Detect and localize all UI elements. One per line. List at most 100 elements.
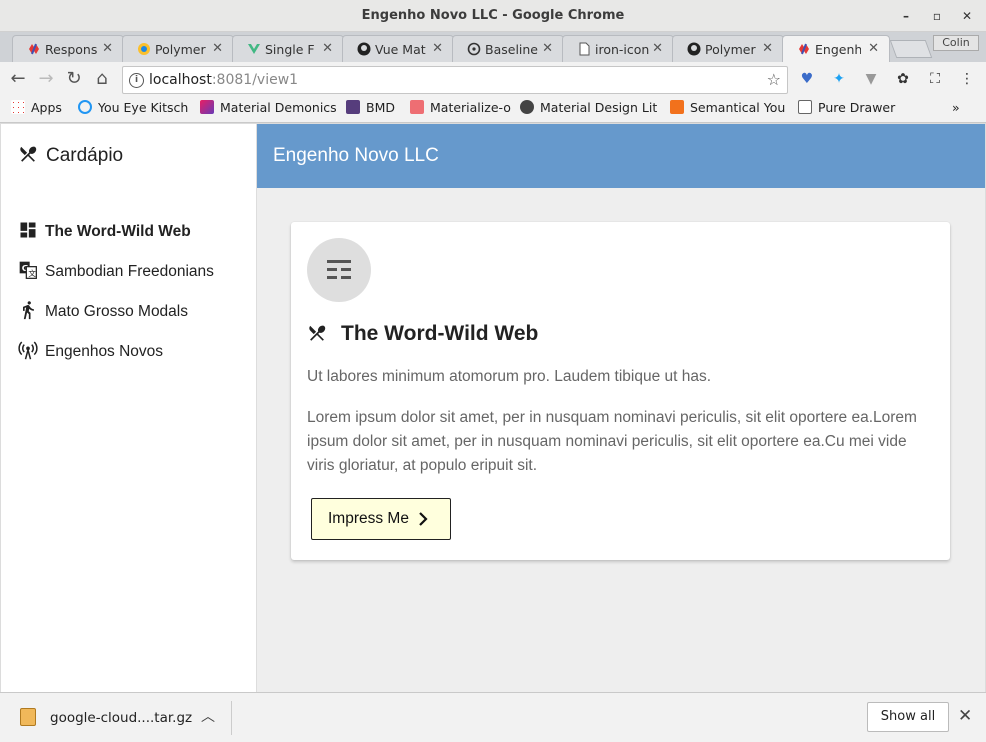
tab-close-icon[interactable]: ✕ (102, 41, 113, 56)
nav-item-mato-grosso-modals[interactable]: Mato Grosso Modals (18, 300, 188, 326)
page-icon (579, 42, 590, 56)
page-viewport: Cardápio The Word-Wild Web G 文 Sambodian F… (1, 124, 985, 692)
biohazard-icon (467, 42, 481, 56)
app-header-title: Engenho Novo LLC (273, 145, 439, 166)
maximize-icon[interactable]: ▫ (929, 8, 945, 24)
palette-icon[interactable]: ✿ (894, 70, 912, 88)
download-filename[interactable]: google-cloud....tar.gz (50, 710, 192, 726)
tab-label: Respons (45, 42, 98, 57)
tab-1[interactable]: Respons ✕ (12, 35, 124, 62)
card-body-text: Lorem ipsum dolor sit amet, per in nusqu… (307, 409, 917, 474)
nav-item-word-wild-web[interactable]: The Word-Wild Web (18, 220, 191, 246)
window-title: Engenho Novo LLC - Google Chrome (361, 8, 625, 23)
bookmarks-overflow-icon[interactable]: » (952, 100, 960, 118)
tab-4[interactable]: Vue Mat ✕ (342, 35, 454, 62)
forward-icon[interactable]: → (36, 70, 56, 90)
bookmark-star-icon[interactable]: ☆ (767, 70, 781, 89)
nav-item-sambodian-freedonians[interactable]: G 文 Sambodian Freedonians (18, 260, 214, 286)
content-card: The Word-Wild Web Ut labores minimum ato… (291, 222, 950, 560)
polymer-hex-icon (138, 43, 150, 55)
impress-me-button[interactable]: Impress Me (311, 498, 451, 540)
tab-close-icon[interactable]: ✕ (322, 41, 333, 56)
screenshot-icon[interactable]: ⛶ (926, 70, 944, 88)
tab-strip: Respons ✕ Polymer ✕ Single F ✕ Vue Mat ✕… (0, 32, 986, 62)
svg-text:文: 文 (28, 268, 36, 278)
semantic-icon (670, 100, 684, 114)
new-tab-button[interactable] (889, 40, 933, 58)
close-window-icon[interactable]: ✕ (959, 8, 975, 24)
bookmark-bmd[interactable]: BMD (346, 100, 395, 118)
app-header: Engenho Novo LLC (257, 124, 985, 188)
github-icon (687, 42, 701, 56)
button-label: Impress Me (328, 510, 409, 527)
bookmarks-bar: Apps You Eye Kitsch Material Demonics BM… (0, 96, 986, 123)
tab-5[interactable]: Baseline ✕ (452, 35, 564, 62)
tab-label: Vue Mat (375, 42, 426, 57)
address-bar[interactable]: i localhost:8081/view1 ☆ (122, 66, 788, 94)
tab-label: Single F (265, 42, 315, 57)
bookmark-you-eye-kitsch[interactable]: You Eye Kitsch (78, 100, 188, 118)
tab-close-icon[interactable]: ✕ (542, 41, 553, 56)
card-subtitle: Ut labores minimum atomorum pro. Laudem … (307, 368, 712, 385)
minimize-icon[interactable]: – (898, 8, 914, 24)
chevron-up-icon[interactable]: ︿ (201, 706, 215, 726)
dashboard-icon (20, 222, 36, 238)
card-heading: The Word-Wild Web (307, 322, 538, 346)
profile-button[interactable]: Colin (933, 35, 979, 51)
bookmark-semantical-you[interactable]: Semantical You (670, 100, 785, 118)
vuetify-icon[interactable]: ▼ (862, 70, 880, 88)
tab-2[interactable]: Polymer ✕ (122, 35, 234, 62)
chevron-right-icon (419, 512, 428, 526)
mdl-icon (520, 100, 534, 114)
window-titlebar: Engenho Novo LLC - Google Chrome – ▫ ✕ (0, 0, 986, 32)
bookmark-apps[interactable]: Apps (11, 100, 62, 118)
material-square-icon (200, 100, 214, 114)
home-icon[interactable]: ⌂ (92, 70, 112, 90)
blue-ring-icon (78, 100, 92, 114)
reload-icon[interactable]: ↻ (64, 70, 84, 90)
translate-icon: G文 (19, 261, 37, 279)
bootstrap-icon (346, 100, 360, 114)
show-all-button[interactable]: Show all (867, 702, 949, 732)
drawer-title: Cardápio (18, 144, 123, 167)
polymer-icon (29, 43, 39, 55)
tab-close-icon[interactable]: ✕ (212, 41, 223, 56)
tab-6[interactable]: iron-icon ✕ (562, 35, 674, 62)
vue-devtools-icon[interactable]: ♥ (798, 70, 816, 88)
tab-label: Polymer (155, 42, 206, 57)
tab-7[interactable]: Polymer ✕ (672, 35, 784, 62)
tab-label: Baseline (485, 42, 538, 57)
page-icon (798, 100, 812, 114)
bookmark-material-demonics[interactable]: Material Demonics (200, 100, 337, 118)
materialize-icon (410, 100, 424, 114)
bookmark-pure-drawer[interactable]: Pure Drawer (798, 100, 895, 118)
tab-close-icon[interactable]: ✕ (432, 41, 443, 56)
nav-item-engenhos-novos[interactable]: Engenhos Novos (18, 340, 163, 366)
tab-close-icon[interactable]: ✕ (868, 41, 879, 56)
tab-3[interactable]: Single F ✕ (232, 35, 344, 62)
app-drawer: Cardápio The Word-Wild Web G 文 Sambodian F… (1, 124, 257, 692)
tab-close-icon[interactable]: ✕ (762, 41, 773, 56)
card-avatar (307, 238, 371, 302)
close-shelf-icon[interactable]: ✕ (958, 706, 972, 726)
tab-8-active[interactable]: Engenh ✕ (782, 35, 890, 62)
browser-toolbar: ← → ↻ ⌂ i localhost:8081/view1 ☆ ♥ ✦ ▼ ✿… (0, 62, 986, 96)
menu-kebab-icon[interactable]: ⋮ (958, 70, 976, 88)
tab-close-icon[interactable]: ✕ (652, 41, 663, 56)
github-icon (357, 42, 371, 56)
download-shelf: google-cloud....tar.gz ︿ Show all ✕ (0, 692, 986, 742)
info-icon[interactable]: i (129, 73, 144, 88)
back-icon[interactable]: ← (8, 70, 28, 90)
restaurant-icon (20, 146, 37, 162)
vue-icon (248, 44, 260, 54)
twitter-icon[interactable]: ✦ (830, 70, 848, 88)
antenna-icon (18, 341, 38, 360)
tab-label: Engenh (815, 42, 861, 57)
apps-grid-icon (11, 100, 25, 114)
walk-icon (23, 301, 34, 320)
bookmark-materialize[interactable]: Materialize-o (410, 100, 511, 118)
tab-label: iron-icon (595, 42, 650, 57)
bookmark-mdl[interactable]: Material Design Lit (520, 100, 657, 118)
list-lines-icon (327, 260, 351, 279)
restaurant-icon (309, 325, 326, 341)
